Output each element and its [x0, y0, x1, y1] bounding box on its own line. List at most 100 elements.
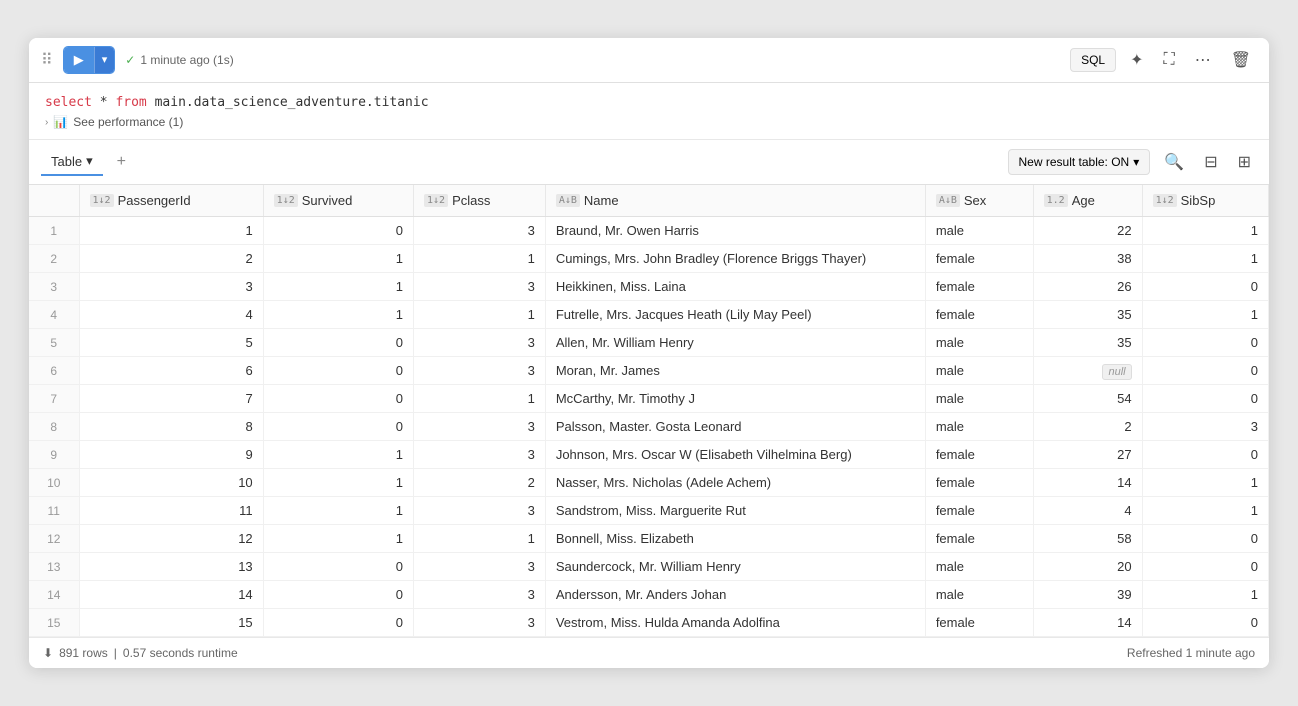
table-row: 3313Heikkinen, Miss. Lainafemale260 [29, 273, 1269, 301]
cell-name: Bonnell, Miss. Elizabeth [545, 525, 925, 553]
cell-survived: 0 [263, 553, 413, 581]
cell-name: Cumings, Mrs. John Bradley (Florence Bri… [545, 245, 925, 273]
cell-survived: 1 [263, 525, 413, 553]
cell-pclass: 1 [414, 301, 546, 329]
data-table-wrapper: 1↓2 PassengerId 1↓2 Survived [29, 185, 1269, 637]
table-row: 7701McCarthy, Mr. Timothy Jmale540 [29, 385, 1269, 413]
code-path: main.data_science_adventure.titanic [147, 95, 429, 110]
cell-name: Vestrom, Miss. Hulda Amanda Adolfina [545, 609, 925, 637]
cell-age: null [1033, 357, 1142, 385]
footer-separator: | [114, 646, 117, 660]
cell-survived: 1 [263, 245, 413, 273]
table-row: 9913Johnson, Mrs. Oscar W (Elisabeth Vil… [29, 441, 1269, 469]
table-tab[interactable]: Table ▾ [41, 148, 103, 176]
cell-sibsp: 0 [1142, 273, 1268, 301]
cell-pclass: 1 [414, 385, 546, 413]
cell-age: 39 [1033, 581, 1142, 609]
results-toolbar: Table ▾ + New result table: ON ▾ 🔍 ⊟ ⊞ [29, 140, 1269, 185]
null-badge: null [1102, 364, 1131, 380]
cell-name: Braund, Mr. Owen Harris [545, 217, 925, 245]
row-number-header [29, 185, 79, 217]
cell-passengerid: 11 [79, 497, 263, 525]
row-number: 3 [29, 273, 79, 301]
cell-passengerid: 2 [79, 245, 263, 273]
cell-age: 4 [1033, 497, 1142, 525]
delete-button[interactable]: 🗑 [1225, 46, 1257, 74]
cell-survived: 1 [263, 469, 413, 497]
code-star: * [92, 95, 115, 110]
cell-pclass: 3 [414, 357, 546, 385]
tab-chevron-icon: ▾ [86, 153, 93, 169]
survived-type-icon: 1↓2 [274, 194, 298, 207]
col-header-survived[interactable]: 1↓2 Survived [263, 185, 413, 217]
cell-survived: 0 [263, 357, 413, 385]
cell-survived: 0 [263, 217, 413, 245]
run-dropdown-button[interactable]: ▾ [94, 47, 115, 73]
expand-button[interactable]: ⛶ [1157, 47, 1180, 73]
col-header-sibsp[interactable]: 1↓2 SibSp [1142, 185, 1268, 217]
cell-passengerid: 7 [79, 385, 263, 413]
cell-passengerid: 8 [79, 413, 263, 441]
status-label: 1 minute ago (1s) [140, 53, 233, 67]
cell-sex: female [925, 469, 1033, 497]
rows-count: 891 rows [59, 646, 108, 660]
cell-pclass: 3 [414, 609, 546, 637]
sql-line[interactable]: select * from main.data_science_adventur… [45, 93, 1253, 114]
cell-sex: female [925, 245, 1033, 273]
row-number: 1 [29, 217, 79, 245]
main-toolbar: ⠿ ▶ ▾ ✓ 1 minute ago (1s) SQL ✦ ⛶ ⋯ 🗑 [29, 38, 1269, 83]
sibsp-label: SibSp [1181, 193, 1216, 208]
table-row: 131303Saundercock, Mr. William Henrymale… [29, 553, 1269, 581]
age-type-icon: 1.2 [1044, 194, 1068, 207]
row-number: 5 [29, 329, 79, 357]
cell-passengerid: 3 [79, 273, 263, 301]
cell-sex: male [925, 329, 1033, 357]
filter-button[interactable]: ⊟ [1198, 148, 1223, 176]
col-header-sex[interactable]: A↓B Sex [925, 185, 1033, 217]
check-icon: ✓ [125, 53, 135, 67]
row-number: 15 [29, 609, 79, 637]
run-button-group: ▶ ▾ [63, 46, 116, 74]
sql-button[interactable]: SQL [1070, 48, 1116, 72]
cell-passengerid: 1 [79, 217, 263, 245]
cell-passengerid: 12 [79, 525, 263, 553]
name-label: Name [584, 193, 619, 208]
cell-age: 58 [1033, 525, 1142, 553]
row-number: 13 [29, 553, 79, 581]
drag-handle[interactable]: ⠿ [41, 50, 53, 70]
cell-sibsp: 0 [1142, 357, 1268, 385]
cell-survived: 0 [263, 385, 413, 413]
download-icon[interactable]: ⬇ [43, 646, 53, 660]
age-label: Age [1072, 193, 1095, 208]
search-button[interactable]: 🔍 [1158, 148, 1190, 176]
footer-right: Refreshed 1 minute ago [1127, 646, 1255, 660]
cell-sibsp: 3 [1142, 413, 1268, 441]
magic-button[interactable]: ✦ [1124, 46, 1149, 74]
cell-sibsp: 1 [1142, 581, 1268, 609]
col-header-passengerid[interactable]: 1↓2 PassengerId [79, 185, 263, 217]
cell-age: 35 [1033, 301, 1142, 329]
survived-label: Survived [302, 193, 353, 208]
col-header-pclass[interactable]: 1↓2 Pclass [414, 185, 546, 217]
table-header-row: 1↓2 PassengerId 1↓2 Survived [29, 185, 1269, 217]
toolbar-right-actions: SQL ✦ ⛶ ⋯ 🗑 [1070, 46, 1257, 74]
cell-sex: female [925, 497, 1033, 525]
run-button[interactable]: ▶ [64, 47, 94, 73]
add-tab-button[interactable]: + [111, 149, 132, 175]
table-row: 6603Moran, Mr. Jamesmalenull0 [29, 357, 1269, 385]
table-tab-label: Table [51, 154, 82, 169]
cell-sibsp: 0 [1142, 609, 1268, 637]
perf-arrow-icon: › [45, 117, 48, 128]
cell-sibsp: 1 [1142, 497, 1268, 525]
cell-pclass: 3 [414, 273, 546, 301]
col-header-age[interactable]: 1.2 Age [1033, 185, 1142, 217]
col-header-name[interactable]: A↓B Name [545, 185, 925, 217]
row-number: 4 [29, 301, 79, 329]
performance-link[interactable]: › 📊 See performance (1) [45, 113, 1253, 131]
cell-pclass: 2 [414, 469, 546, 497]
new-result-table-button[interactable]: New result table: ON ▾ [1008, 149, 1151, 175]
cell-passengerid: 14 [79, 581, 263, 609]
more-button[interactable]: ⋯ [1189, 46, 1217, 74]
sex-label: Sex [964, 193, 986, 208]
columns-button[interactable]: ⊞ [1232, 148, 1257, 176]
